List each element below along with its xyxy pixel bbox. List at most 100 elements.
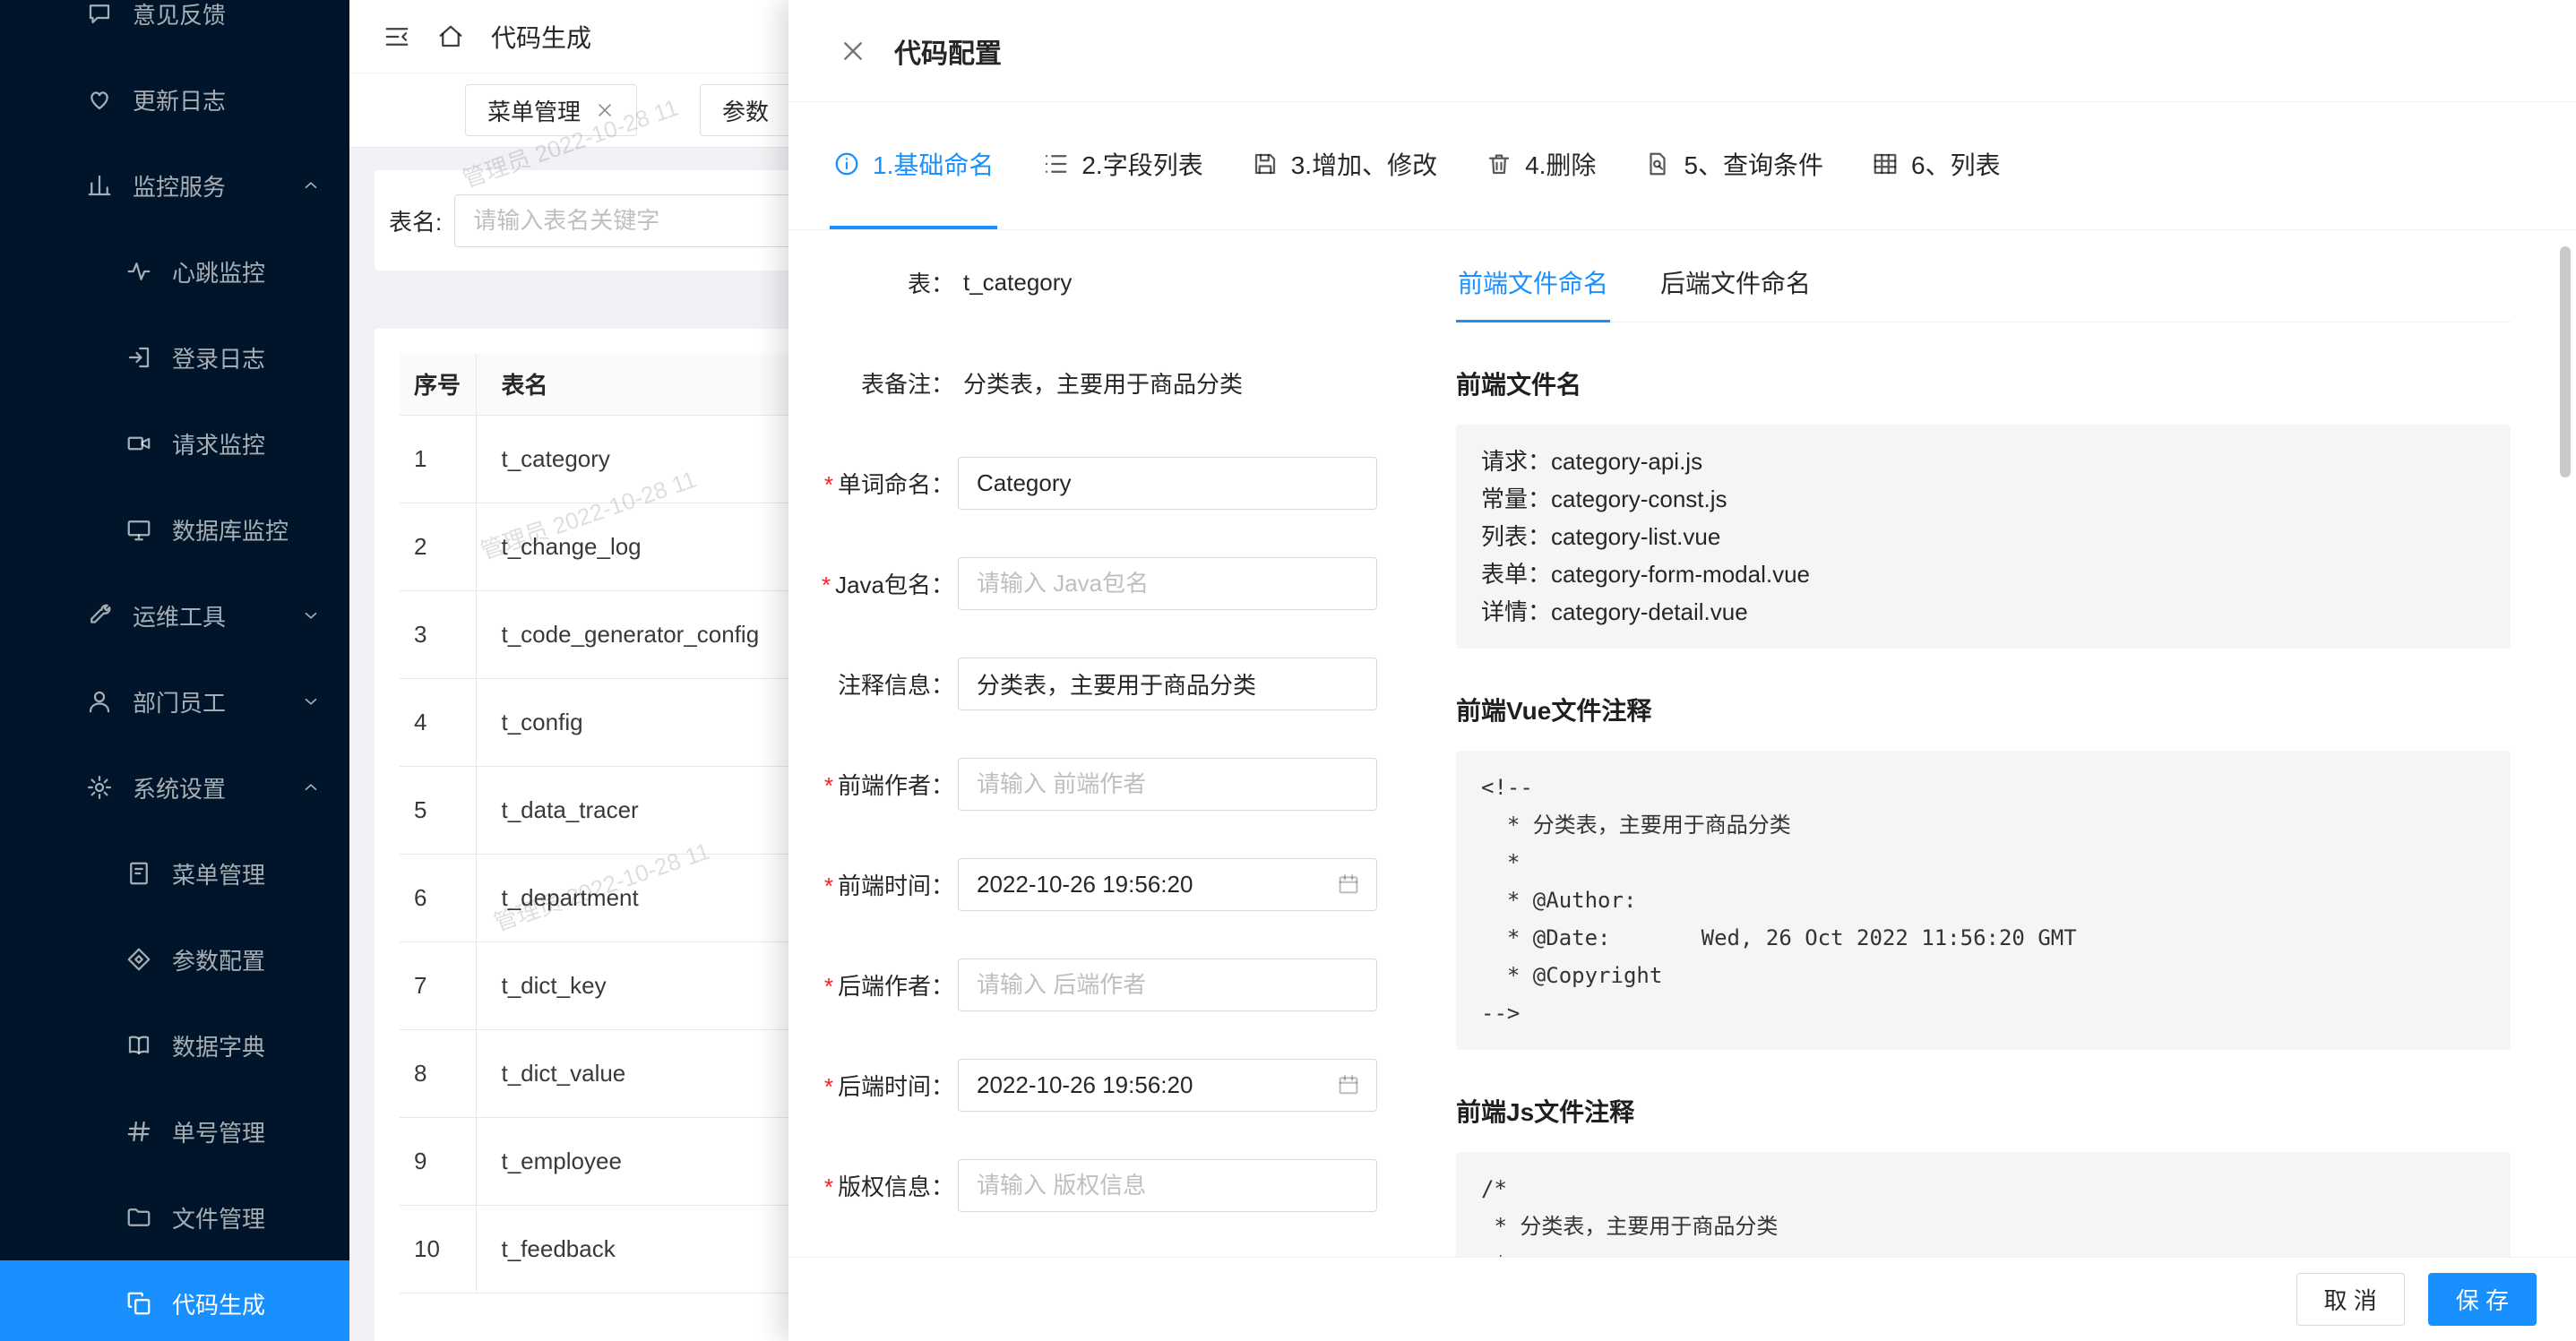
- step-label: 4.删除: [1525, 146, 1596, 182]
- step-field-list[interactable]: 2.字段列表: [1038, 102, 1206, 229]
- filename-line: 列表：category-list.vue: [1481, 518, 2486, 555]
- calendar-icon[interactable]: [1336, 1072, 1361, 1097]
- diamond-icon: [125, 946, 152, 973]
- row-index: 8: [400, 1029, 476, 1117]
- close-icon[interactable]: [595, 100, 615, 120]
- folder-icon: [125, 1204, 152, 1231]
- filename-line: 请求：category-api.js: [1481, 443, 2486, 480]
- home-icon[interactable]: [437, 23, 464, 50]
- row-index: 2: [400, 503, 476, 590]
- sidebar-item-param-config[interactable]: 参数配置: [0, 916, 349, 1002]
- tab-param[interactable]: 参数: [700, 84, 791, 136]
- section-title-frontend-filenames: 前端文件名: [1456, 365, 2511, 401]
- field-label: 注释信息：: [788, 667, 954, 701]
- form-row-table-comment: 表备注： 分类表，主要用于商品分类: [788, 357, 1416, 409]
- sidebar-item-heartbeat[interactable]: 心跳监控: [0, 228, 349, 314]
- sidebar-item-request-monitor[interactable]: 请求监控: [0, 400, 349, 486]
- form-row-copyright: *版权信息：: [788, 1159, 1416, 1212]
- sidebar-group-monitor[interactable]: 监控服务: [0, 142, 349, 228]
- step-label: 2.字段列表: [1081, 146, 1202, 182]
- field-label: *Java包名：: [788, 567, 954, 600]
- step-basic-naming[interactable]: 1.基础命名: [830, 102, 997, 229]
- row-index: 1: [400, 415, 476, 503]
- field-label: *后端时间：: [788, 1069, 954, 1102]
- required-mark: *: [822, 572, 831, 598]
- row-index: 3: [400, 590, 476, 678]
- frontend-time-input[interactable]: [958, 858, 1377, 911]
- book-icon: [125, 860, 152, 887]
- cancel-button[interactable]: 取 消: [2296, 1273, 2405, 1326]
- code-config-drawer: 代码配置 1.基础命名 2.字段列表 3.增加、修改 4.删除 5、查询条件 6…: [788, 0, 2576, 1341]
- step-query-condition[interactable]: 5、查询条件: [1641, 102, 1827, 229]
- tab-backend-file-naming[interactable]: 后端文件命名: [1658, 257, 1813, 322]
- menu-fold-icon[interactable]: [383, 23, 410, 50]
- sidebar-item-changelog[interactable]: 更新日志: [0, 56, 349, 142]
- file-search-icon: [1644, 150, 1671, 177]
- sidebar-item-label: 代码生成: [172, 1287, 265, 1320]
- tab-menu-manage[interactable]: 菜单管理: [465, 84, 637, 136]
- step-list[interactable]: 6、列表: [1868, 102, 2004, 229]
- field-label: *版权信息：: [788, 1169, 954, 1202]
- java-package-input[interactable]: [958, 557, 1377, 610]
- sidebar-item-label: 数据库监控: [172, 513, 289, 546]
- sidebar-item-label: 运维工具: [133, 599, 226, 632]
- copyright-input[interactable]: [958, 1159, 1377, 1212]
- team-icon: [86, 688, 113, 715]
- sidebar-item-code-generator[interactable]: 代码生成: [0, 1260, 349, 1341]
- sidebar-menu: 意见反馈 更新日志 监控服务 心跳监控 登录日志 请求监控 数据库监控: [0, 0, 349, 1341]
- drawer-header: 代码配置: [788, 0, 2576, 102]
- sidebar-item-feedback[interactable]: 意见反馈: [0, 0, 349, 56]
- copy-icon: [125, 1290, 152, 1317]
- sidebar-group-department[interactable]: 部门员工: [0, 658, 349, 744]
- form-row-backend-author: *后端作者：: [788, 958, 1416, 1011]
- save-button[interactable]: 保 存: [2428, 1273, 2537, 1326]
- pulse-icon: [125, 258, 152, 285]
- sidebar-item-db-monitor[interactable]: 数据库监控: [0, 486, 349, 572]
- step-label: 6、列表: [1911, 146, 2001, 182]
- sidebar-item-menu-manage[interactable]: 菜单管理: [0, 830, 349, 916]
- step-delete[interactable]: 4.删除: [1482, 102, 1599, 229]
- word-naming-input[interactable]: [958, 457, 1377, 510]
- sidebar-item-label: 部门员工: [133, 685, 226, 718]
- caret-up-icon: [301, 778, 321, 797]
- sidebar-group-settings[interactable]: 系统设置: [0, 744, 349, 830]
- drawer-scrollbar[interactable]: [2560, 246, 2571, 477]
- row-index: 10: [400, 1205, 476, 1293]
- filename-line: 详情：category-detail.vue: [1481, 593, 2486, 631]
- required-mark: *: [824, 873, 833, 899]
- sidebar-group-ops-tools[interactable]: 运维工具: [0, 572, 349, 658]
- close-icon[interactable]: [839, 37, 867, 65]
- trash-icon: [1486, 150, 1512, 177]
- sidebar-item-label: 文件管理: [172, 1201, 265, 1234]
- wrench-icon: [86, 602, 113, 629]
- gear-icon: [86, 774, 113, 801]
- sidebar-item-label: 监控服务: [133, 169, 226, 202]
- table-comment-value: 分类表，主要用于商品分类: [963, 366, 1243, 400]
- form-row-table: 表： t_category: [788, 256, 1416, 309]
- comment-info-input[interactable]: [958, 658, 1377, 710]
- preview-tabs: 前端文件命名 后端文件命名: [1456, 257, 2511, 322]
- sidebar-item-data-dict[interactable]: 数据字典: [0, 1002, 349, 1088]
- step-add-edit[interactable]: 3.增加、修改: [1248, 102, 1441, 229]
- sidebar-item-serial-manage[interactable]: 单号管理: [0, 1088, 349, 1174]
- table-icon: [1872, 150, 1899, 177]
- sidebar-item-login-log[interactable]: 登录日志: [0, 314, 349, 400]
- step-label: 1.基础命名: [873, 146, 994, 182]
- row-index: 7: [400, 941, 476, 1029]
- backend-author-input[interactable]: [958, 958, 1377, 1011]
- form-row-frontend-time: *前端时间：: [788, 858, 1416, 911]
- field-label: *后端作者：: [788, 968, 954, 1001]
- sidebar-item-label: 心跳监控: [172, 255, 265, 288]
- backend-time-input[interactable]: [958, 1059, 1377, 1112]
- basic-naming-form: 表： t_category 表备注： 分类表，主要用于商品分类 *单词命名： *…: [788, 256, 1416, 1259]
- sidebar-item-label: 数据字典: [172, 1029, 265, 1062]
- frontend-author-input[interactable]: [958, 758, 1377, 811]
- hash-icon: [125, 1118, 152, 1145]
- drawer-footer: 取 消 保 存: [788, 1257, 2576, 1341]
- caret-up-icon: [301, 176, 321, 195]
- sidebar-item-file-manage[interactable]: 文件管理: [0, 1174, 349, 1260]
- calendar-icon[interactable]: [1336, 872, 1361, 897]
- heart-icon: [86, 86, 113, 113]
- table-value: t_category: [963, 269, 1072, 297]
- tab-frontend-file-naming[interactable]: 前端文件命名: [1456, 257, 1610, 322]
